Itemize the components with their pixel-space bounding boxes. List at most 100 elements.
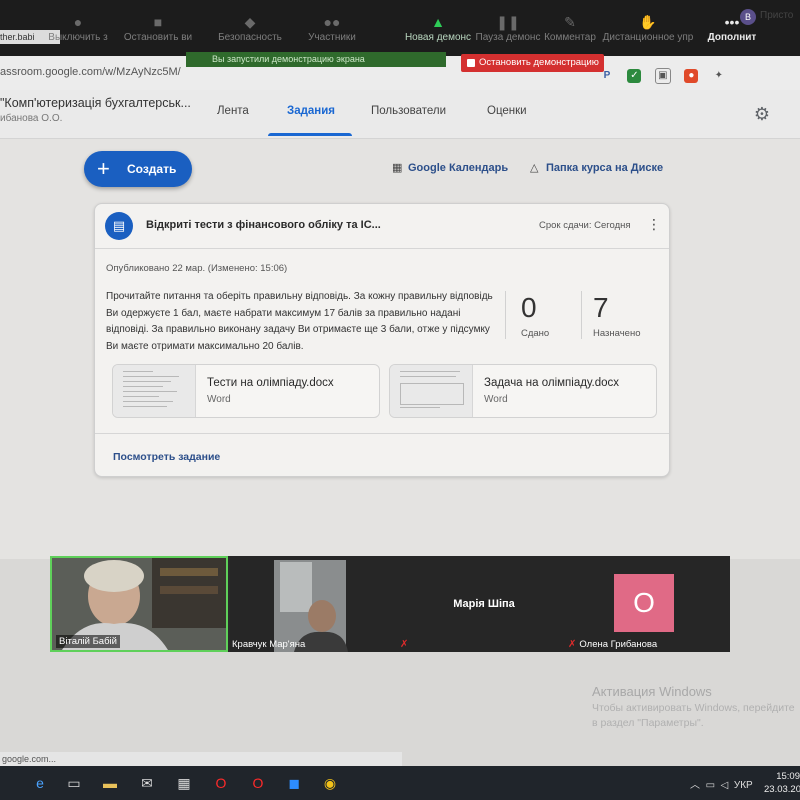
due-date: Срок сдачи: Сегодня (539, 220, 631, 231)
participant-name: Марія Шіпа (453, 598, 515, 610)
classroom-header: "Комп'ютеризація бухгалтерськ... ибанова… (0, 90, 800, 139)
extensions-puzzle-icon[interactable]: ✦ (712, 69, 726, 83)
turned-in-count[interactable]: 0 (521, 292, 537, 324)
attachment-type: Word (484, 394, 508, 405)
attachment-tests-docx[interactable]: Тести на олімпіаду.docx Word (112, 364, 380, 418)
extension-camera-icon[interactable]: ● (684, 69, 699, 83)
clock[interactable]: 15:09 23.03.2021 (764, 770, 800, 796)
zoom-icon[interactable]: ◼ (284, 773, 304, 793)
active-tab-indicator (268, 133, 352, 136)
profile-avatar[interactable]: В (740, 9, 756, 25)
taskbar: e ▭ ▬ ✉ ▦ O O ◼ ◉ ︿ ▭ ◁ УКР 15:09 23.03.… (0, 766, 800, 800)
divider (505, 291, 506, 339)
extension-shield-icon[interactable]: ✓ (627, 69, 642, 83)
assigned-count[interactable]: 7 (593, 292, 609, 324)
edge-icon[interactable]: e (30, 773, 50, 793)
participant-name: Кравчук Мар'яна (232, 639, 306, 650)
tab-grades[interactable]: Оценки (487, 105, 527, 117)
view-assignment-link[interactable]: Посмотреть задание (113, 451, 220, 463)
assignment-icon: ▤ (105, 212, 133, 240)
assigned-label: Назначено (593, 328, 641, 339)
profile-label[interactable]: Присто (760, 10, 793, 21)
tab-classwork[interactable]: Задания (287, 105, 335, 117)
published-date: Опубликовано 22 мар. (Изменено: 15:06) (106, 263, 288, 274)
course-teacher: ибанова О.О. (0, 113, 63, 124)
mute-button[interactable]: ● Выключить з (36, 14, 120, 50)
calendar-icon: ▦ (392, 162, 403, 174)
sharing-notice: Вы запустили демонстрацию экрана (186, 52, 446, 67)
address-bar[interactable]: assroom.google.com/w/MzAyNzc5M/ (0, 62, 196, 82)
participants-icon: ●● (323, 14, 341, 30)
more-options-icon[interactable]: ⋮ (647, 216, 661, 233)
course-title[interactable]: "Комп'ютеризація бухгалтерськ... (0, 96, 191, 110)
attachment-name: Тести на олімпіаду.docx (207, 377, 334, 389)
remote-control-icon: ✋ (639, 14, 657, 30)
drive-folder-link[interactable]: △ Папка курса на Диске (530, 161, 663, 174)
participant-video (274, 560, 348, 652)
turned-in-label: Сдано (521, 328, 550, 339)
participants-button[interactable]: ●● Участники (290, 14, 374, 50)
file-explorer-icon[interactable]: ▬ (100, 773, 120, 793)
create-label: Создать (127, 162, 177, 176)
opera-gx-icon[interactable]: O (248, 773, 268, 793)
create-button[interactable]: + Создать (84, 151, 192, 187)
annotate-label: Комментар (544, 32, 596, 43)
stop-video-label: Остановить ви (123, 32, 193, 43)
network-icon[interactable]: ▭ (706, 780, 715, 791)
document-thumbnail (113, 365, 196, 417)
calendar-link-label: Google Календарь (408, 162, 509, 174)
more-label: Дополнит (707, 32, 757, 43)
system-tray[interactable]: ︿ ▭ ◁ УКР (690, 776, 753, 791)
attachment-task-docx[interactable]: Задача на олімпіаду.docx Word (389, 364, 657, 418)
assignment-header[interactable]: ▤ Відкриті тести з фінансового обліку та… (95, 204, 669, 249)
mic-muted-icon: ✗ (568, 639, 577, 650)
video-icon: ■ (153, 14, 163, 30)
new-share-label: Новая демонс (404, 32, 472, 43)
video-tile[interactable]: Кравчук Мар'яна (230, 556, 400, 652)
status-url: google.com... (0, 752, 402, 766)
stop-video-button[interactable]: ■ Остановить ви (116, 14, 200, 50)
security-button[interactable]: ◆ Безопасность (208, 14, 292, 50)
video-tile[interactable]: О ✗ Олена Грибанова (568, 556, 730, 652)
avatar: О (614, 574, 674, 632)
gear-icon[interactable]: ⚙ (752, 104, 772, 124)
participant-name: Віталій Бабій (56, 635, 120, 648)
google-calendar-link[interactable]: ▦ Google Календарь (392, 161, 508, 174)
classwork-main: + Создать ▦ Google Календарь △ Папка курса… (0, 139, 800, 559)
video-tile[interactable]: Марія Шіпа ✗ (400, 556, 568, 652)
shield-icon: ◆ (244, 14, 256, 30)
stop-share-button[interactable]: Остановить демонстрацию (461, 54, 604, 72)
microphone-icon: ● (73, 14, 83, 30)
mic-muted-icon: ✗ (400, 639, 409, 650)
remote-control-label: Дистанционное упр (602, 32, 694, 43)
video-tile-active-speaker[interactable]: Віталій Бабій (50, 556, 228, 652)
extensions-area: P ✓ ▣ ● ✦ (600, 65, 735, 84)
participant-name-row: ✗ Олена Грибанова (568, 639, 657, 650)
clock-time: 15:09 (776, 771, 800, 782)
calculator-icon[interactable]: ▦ (174, 773, 194, 793)
plus-icon: + (97, 156, 110, 181)
chevron-up-icon[interactable]: ︿ (690, 780, 700, 791)
document-thumbnail (390, 365, 473, 417)
muted-indicator: ✗ (400, 639, 411, 650)
chrome-icon[interactable]: ◉ (320, 773, 340, 793)
drive-icon: △ (530, 162, 539, 174)
language-indicator[interactable]: УКР (734, 780, 753, 791)
volume-icon[interactable]: ◁ (721, 780, 729, 791)
task-view-icon[interactable]: ▭ (64, 773, 84, 793)
remote-control-button[interactable]: ✋ Дистанционное упр (598, 14, 698, 50)
security-label: Безопасность (218, 32, 282, 43)
attachment-type: Word (207, 394, 231, 405)
opera-icon[interactable]: O (211, 773, 231, 793)
video-gallery: Віталій Бабій Кравчук Мар'яна Марія Шіпа… (50, 556, 730, 652)
extension-box-icon[interactable]: ▣ (654, 68, 671, 84)
assignment-title[interactable]: Відкриті тести з фінансового обліку та І… (146, 219, 381, 231)
attachment-name: Задача на олімпіаду.docx (484, 377, 620, 389)
mute-label: Выключить з (48, 32, 108, 43)
participants-label: Участники (308, 32, 356, 43)
mail-icon[interactable]: ✉ (137, 773, 157, 793)
tab-people[interactable]: Пользователи (371, 105, 446, 117)
participant-name: Олена Грибанова (579, 639, 658, 650)
tab-stream[interactable]: Лента (217, 105, 249, 117)
zoom-toolbar: ther.babi ● Выключить з ■ Остановить ви … (0, 0, 800, 56)
